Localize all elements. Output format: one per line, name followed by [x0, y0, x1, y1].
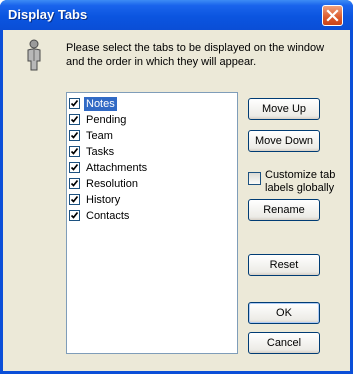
close-button[interactable]: [322, 5, 343, 26]
tab-checkbox[interactable]: [69, 98, 80, 109]
tab-list-item[interactable]: Pending: [69, 112, 128, 127]
reset-button[interactable]: Reset: [248, 254, 320, 276]
customize-option[interactable]: Customize tab labels globally: [248, 169, 348, 199]
tab-list-item[interactable]: History: [69, 192, 122, 207]
checkmark-icon: [70, 163, 79, 171]
tab-label: History: [86, 193, 121, 206]
tab-checkbox[interactable]: [69, 210, 80, 221]
tab-list-item[interactable]: Tasks: [69, 144, 116, 159]
move-down-button[interactable]: Move Down: [248, 130, 320, 152]
checkmark-icon: [70, 179, 79, 187]
cancel-button[interactable]: Cancel: [248, 332, 320, 354]
tab-label: Team: [86, 129, 113, 142]
checkmark-icon: [70, 131, 79, 139]
instructions-text: Please select the tabs to be displayed o…: [66, 42, 325, 68]
tab-checkbox[interactable]: [69, 194, 80, 205]
customize-label: Customize tab labels globally: [265, 169, 336, 194]
checkmark-icon: [70, 115, 79, 123]
tab-label: Tasks: [86, 145, 115, 158]
tab-list-item[interactable]: Attachments: [69, 160, 149, 175]
tab-checkbox[interactable]: [69, 162, 80, 173]
customize-checkbox[interactable]: [248, 172, 261, 185]
ok-button[interactable]: OK: [248, 302, 320, 324]
tab-list-item[interactable]: Notes: [69, 96, 117, 111]
person-icon: [27, 39, 41, 71]
tab-checkbox[interactable]: [69, 178, 80, 189]
window-title: Display Tabs: [8, 7, 88, 22]
move-up-button[interactable]: Move Up: [248, 98, 320, 120]
checkmark-icon: [70, 99, 79, 107]
tab-list-item[interactable]: Contacts: [69, 208, 131, 223]
dialog-body: Please select the tabs to be displayed o…: [3, 30, 350, 371]
checkmark-icon: [70, 195, 79, 203]
checkmark-icon: [70, 147, 79, 155]
tab-checkbox[interactable]: [69, 146, 80, 157]
tabs-listbox[interactable]: Notes Pending Team Tasks Attachments Resoluti…: [66, 92, 238, 354]
tab-checkbox[interactable]: [69, 130, 80, 141]
rename-button[interactable]: Rename: [248, 199, 320, 221]
tab-label: Resolution: [86, 177, 138, 190]
tab-label: Attachments: [86, 161, 148, 174]
tab-label: Contacts: [86, 209, 130, 222]
title-bar[interactable]: Display Tabs: [0, 0, 353, 30]
close-icon: [326, 9, 339, 22]
tab-label: Notes: [84, 96, 117, 111]
tab-list-item[interactable]: Team: [69, 128, 115, 143]
display-tabs-dialog: Display Tabs Please select the tabs to b…: [0, 0, 353, 374]
tab-list-item[interactable]: Resolution: [69, 176, 140, 191]
tab-label: Pending: [86, 113, 127, 126]
tab-checkbox[interactable]: [69, 114, 80, 125]
checkmark-icon: [70, 211, 79, 219]
